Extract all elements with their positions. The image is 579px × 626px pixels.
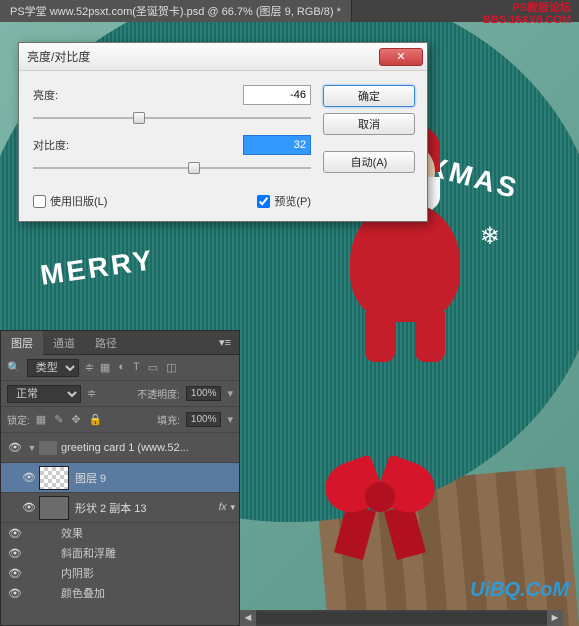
chevron-down-icon[interactable]: ▾ [230,502,235,513]
layer-item[interactable]: 👁 图层 9 [1,463,239,493]
ok-button[interactable]: 确定 [323,85,415,107]
brightness-input[interactable] [243,85,311,105]
document-tab[interactable]: PS学堂 www.52psxt.com(圣诞贺卡).psd @ 66.7% (图… [0,0,352,22]
visibility-toggle[interactable]: 👁 [5,567,25,580]
layers-panel: 图层 通道 路径 ▾≡ 🔍 类型 ≑ ▦ ◐ T ▭ ◫ 正常 ≑ 不透明度: … [0,330,240,626]
effect-item[interactable]: 👁 内阴影 [1,563,239,583]
dialog-titlebar[interactable]: 亮度/对比度 ✕ [19,43,427,71]
visibility-toggle[interactable]: 👁 [5,441,25,454]
close-icon: ✕ [396,50,405,63]
scroll-left-button[interactable]: ◄ [240,610,256,626]
slider-thumb[interactable] [133,112,145,124]
tab-layers[interactable]: 图层 [1,331,43,355]
document-tab-title: PS学堂 www.52psxt.com(圣诞贺卡).psd @ 66.7% (图… [10,3,341,19]
visibility-toggle[interactable]: 👁 [19,501,39,514]
filter-shape-icon[interactable]: ▭ [148,361,158,374]
bow-graphic [320,452,440,552]
preview-checkbox-input[interactable] [257,195,270,208]
layer-thumbnail[interactable] [39,496,69,520]
auto-button[interactable]: 自动(A) [323,151,415,173]
layer-name[interactable]: 图层 9 [75,470,235,486]
scroll-right-button[interactable]: ► [547,610,563,626]
contrast-slider[interactable] [33,159,311,177]
layer-thumbnail[interactable] [39,466,69,490]
layer-name[interactable]: greeting card 1 (www.52... [61,442,235,454]
lock-label: 锁定: [7,412,30,427]
visibility-toggle[interactable]: 👁 [19,471,39,484]
close-button[interactable]: ✕ [379,48,423,66]
contrast-input[interactable] [243,135,311,155]
brightness-label: 亮度: [33,87,93,103]
panel-tabs: 图层 通道 路径 ▾≡ [1,331,239,355]
fill-label: 填充: [157,412,180,427]
folder-icon [39,441,57,455]
filter-adjust-icon[interactable]: ◐ [118,361,125,374]
filter-kind-select[interactable]: 类型 [27,359,79,377]
watermark-top: PS教程论坛 BBS.16XX8.COM [483,2,571,26]
horizontal-scrollbar[interactable]: ◄ ► [240,610,563,626]
lock-position-icon[interactable]: ✥ [71,413,80,426]
layer-name[interactable]: 形状 2 副本 13 [75,500,219,516]
scroll-track[interactable] [256,612,547,624]
lock-all-icon[interactable]: 🔒 [89,413,103,426]
filter-type-icon[interactable]: T [133,361,140,374]
opacity-value[interactable]: 100% [186,386,222,401]
search-icon[interactable]: 🔍 [7,361,21,374]
fx-badge[interactable]: fx [219,502,227,513]
tab-paths[interactable]: 路径 [85,331,127,355]
contrast-label: 对比度: [33,137,93,153]
lock-transparency-icon[interactable]: ▦ [36,413,46,426]
blend-mode-select[interactable]: 正常 [7,385,81,403]
filter-pixel-icon[interactable]: ▦ [100,361,110,374]
visibility-toggle[interactable]: 👁 [5,587,25,600]
lock-pixels-icon[interactable]: ✎ [54,413,63,426]
dialog-title: 亮度/对比度 [27,48,379,65]
visibility-toggle[interactable]: 👁 [5,547,25,560]
fill-value[interactable]: 100% [186,412,222,427]
legacy-checkbox-input[interactable] [33,195,46,208]
slider-thumb[interactable] [188,162,200,174]
panel-menu-icon[interactable]: ▾≡ [211,336,239,349]
cancel-button[interactable]: 取消 [323,113,415,135]
layer-list: 👁 ▼ greeting card 1 (www.52... 👁 图层 9 👁 … [1,433,239,603]
layer-item[interactable]: 👁 形状 2 副本 13 fx ▾ [1,493,239,523]
opacity-label: 不透明度: [137,386,180,401]
tab-channels[interactable]: 通道 [43,331,85,355]
expand-toggle[interactable]: ▼ [25,443,39,453]
snowflake-icon: ❄ [480,222,500,251]
effect-item[interactable]: 👁 斜面和浮雕 [1,543,239,563]
legacy-checkbox[interactable]: 使用旧版(L) [33,193,107,209]
preview-checkbox[interactable]: 预览(P) [257,193,311,209]
effect-item[interactable]: 👁 颜色叠加 [1,583,239,603]
brightness-slider[interactable] [33,109,311,127]
layer-group-item[interactable]: 👁 ▼ greeting card 1 (www.52... [1,433,239,463]
effects-header[interactable]: 👁 效果 [1,523,239,543]
brightness-contrast-dialog: 亮度/对比度 ✕ 亮度: 对比度: [18,42,428,222]
filter-smart-icon[interactable]: ◫ [166,361,176,374]
visibility-toggle[interactable]: 👁 [5,527,25,540]
watermark-bottom: UiBQ.CoM [470,579,569,602]
